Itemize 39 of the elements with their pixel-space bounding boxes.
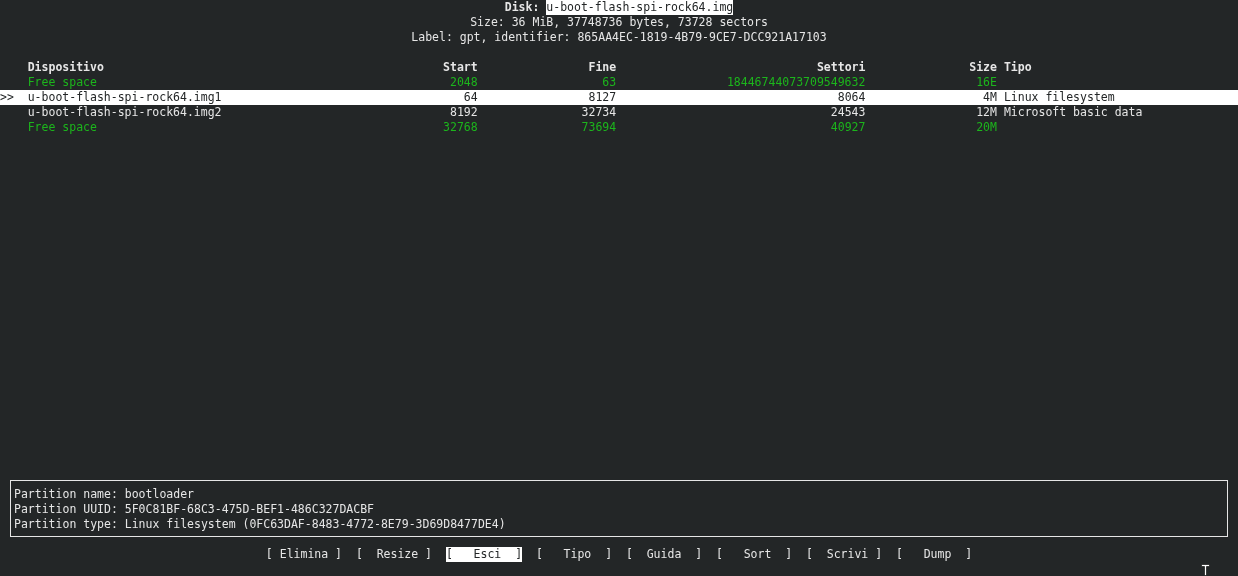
end-cell: 73694 <box>581 120 617 134</box>
column-header: Tipo <box>1003 60 1032 74</box>
size-cell: 20M <box>976 120 997 134</box>
type-cell: Microsoft basic data <box>1003 105 1143 119</box>
menu-button[interactable]: [ Tipo ] <box>535 547 613 562</box>
disk-label-text: Label: gpt, identifier: 865AA4EC-1819-4B79-9CE7-DCC921A17103 <box>411 30 827 45</box>
start-cell: 8192 <box>450 105 478 119</box>
end-cell: 63 <box>602 75 617 89</box>
size-cell: 16E <box>976 75 997 89</box>
start-cell: 32768 <box>443 120 478 134</box>
end-cell: 32734 <box>581 105 617 119</box>
info-line: Partition name: bootloader <box>14 487 194 501</box>
device-cell[interactable]: u-boot-flash-spi-rock64.img2 <box>27 105 222 119</box>
info-line: Partition UUID: 5F0C81BF-68C3-475D-BEF1-486C327DACBF <box>14 502 375 516</box>
disk-label: Disk: <box>504 0 540 15</box>
start-cell: 2048 <box>450 75 478 89</box>
sectors-cell: 24543 <box>830 105 866 119</box>
menu-button[interactable]: [ Dump ] <box>895 547 973 562</box>
size-cell: 12M <box>976 105 997 119</box>
disk-size-text: Size: 36 MiB, 37748736 bytes, 73728 sectors <box>470 15 768 30</box>
ibeam-cursor-icon <box>1201 564 1210 576</box>
column-header: Size <box>969 60 997 74</box>
column-header: Fine <box>588 60 617 74</box>
column-header: Settori <box>816 60 866 74</box>
device-cell[interactable]: Free space <box>27 120 97 134</box>
info-line: Partition type: Linux filesystem (0FC63DAF-8483-4772-8E79-3D69D8477DE4) <box>14 517 506 531</box>
sectors-cell: 40927 <box>830 120 866 134</box>
menu-button[interactable]: [ Elimina ] <box>265 547 343 562</box>
sectors-cell: 18446744073709549632 <box>726 75 866 89</box>
column-header: Start <box>443 60 478 74</box>
disk-name: u-boot-flash-spi-rock64.img <box>546 0 734 15</box>
menu-button[interactable]: [ Esci ] <box>445 547 523 562</box>
menu-button[interactable]: [ Scrivi ] <box>805 547 883 562</box>
device-cell[interactable]: Free space <box>27 75 97 89</box>
menu-button[interactable]: [ Sort ] <box>715 547 793 562</box>
menu-button[interactable]: [ Guida ] <box>625 547 703 562</box>
partition-row[interactable]: >> u-boot-flash-spi-rock64.img1 64 8127 8064 4M Linux filesystem <box>0 90 1238 105</box>
column-header: Dispositivo <box>27 60 104 74</box>
menu-button[interactable]: [ Resize ] <box>355 547 433 562</box>
